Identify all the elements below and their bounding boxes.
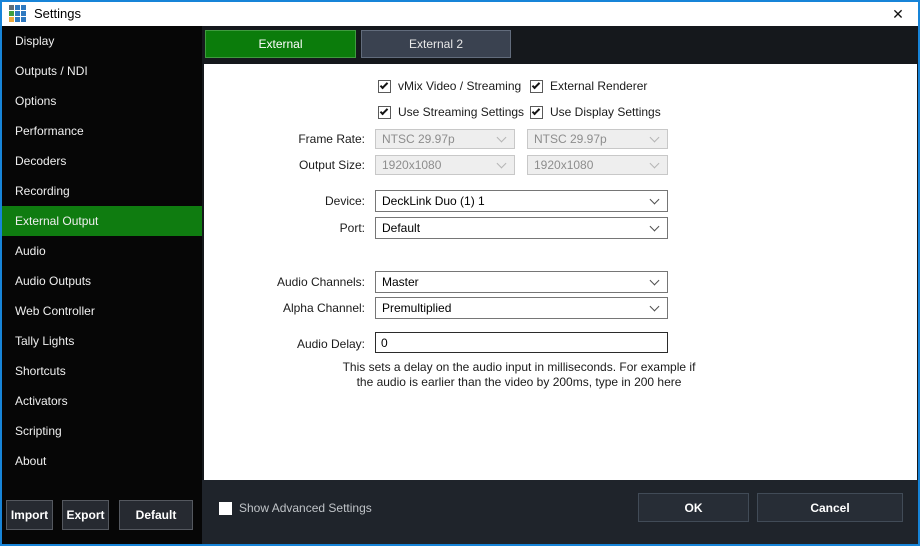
alpha-channel-select[interactable]: Premultiplied xyxy=(375,297,668,319)
sidebar-item-tally-lights[interactable]: Tally Lights xyxy=(2,326,202,356)
chevron-down-icon xyxy=(650,276,660,286)
import-button[interactable]: Import xyxy=(6,500,53,530)
checkbox-label: Use Display Settings xyxy=(550,105,661,119)
output-size-value-1: 1920x1080 xyxy=(382,155,441,175)
checkbox-label: vMix Video / Streaming xyxy=(398,79,521,93)
checkmark-icon xyxy=(532,80,540,88)
chevron-down-icon xyxy=(650,195,660,205)
ok-button[interactable]: OK xyxy=(638,493,749,522)
alpha-channel-label: Alpha Channel: xyxy=(204,297,365,319)
show-advanced-settings-checkbox[interactable]: Show Advanced Settings xyxy=(219,501,372,515)
output-size-value-2: 1920x1080 xyxy=(534,155,593,175)
vmix-logo-icon xyxy=(9,5,28,24)
sidebar-item-performance[interactable]: Performance xyxy=(2,116,202,146)
sidebar-item-activators[interactable]: Activators xyxy=(2,386,202,416)
device-label: Device: xyxy=(204,190,365,212)
sidebar-item-options[interactable]: Options xyxy=(2,86,202,116)
output-size-select-2[interactable]: 1920x1080 xyxy=(527,155,668,175)
sidebar-item-audio[interactable]: Audio xyxy=(2,236,202,266)
device-value: DeckLink Duo (1) 1 xyxy=(382,190,485,212)
frame-rate-select-1[interactable]: NTSC 29.97p xyxy=(375,129,515,149)
output-size-select-1[interactable]: 1920x1080 xyxy=(375,155,515,175)
external-output-form: vMix Video / Streaming External Renderer… xyxy=(204,64,917,480)
checkbox-label: External Renderer xyxy=(550,79,647,93)
title-bar: Settings ✕ xyxy=(2,2,918,26)
checkbox-label: Use Streaming Settings xyxy=(398,105,524,119)
checkbox-box xyxy=(530,80,543,93)
frame-rate-value-1: NTSC 29.97p xyxy=(382,129,455,149)
audio-channels-value: Master xyxy=(382,271,419,293)
sidebar-item-scripting[interactable]: Scripting xyxy=(2,416,202,446)
chevron-down-icon xyxy=(650,133,660,143)
port-label: Port: xyxy=(204,217,365,239)
help-line-2: the audio is earlier than the video by 2… xyxy=(314,375,724,390)
chevron-down-icon xyxy=(497,133,507,143)
close-icon[interactable]: ✕ xyxy=(888,5,908,23)
sidebar-item-web-controller[interactable]: Web Controller xyxy=(2,296,202,326)
sidebar-item-about[interactable]: About xyxy=(2,446,202,476)
frame-rate-label: Frame Rate: xyxy=(204,129,365,149)
device-select[interactable]: DeckLink Duo (1) 1 xyxy=(375,190,668,212)
sidebar-item-audio-outputs[interactable]: Audio Outputs xyxy=(2,266,202,296)
cancel-button[interactable]: Cancel xyxy=(757,493,903,522)
settings-window: Settings ✕ Display Outputs / NDI Options… xyxy=(0,0,920,546)
audio-channels-label: Audio Channels: xyxy=(204,271,365,293)
port-select[interactable]: Default xyxy=(375,217,668,239)
output-size-label: Output Size: xyxy=(204,155,365,175)
checkbox-vmix-video-streaming[interactable]: vMix Video / Streaming xyxy=(378,79,521,93)
checkbox-use-display-settings[interactable]: Use Display Settings xyxy=(530,105,661,119)
settings-sidebar: Display Outputs / NDI Options Performanc… xyxy=(2,26,202,544)
audio-channels-select[interactable]: Master xyxy=(375,271,668,293)
window-title: Settings xyxy=(34,6,81,21)
main-panel: External External 2 vMix Video / Streami… xyxy=(202,26,918,544)
chevron-down-icon xyxy=(650,159,660,169)
checkbox-label: Show Advanced Settings xyxy=(239,501,372,515)
sidebar-item-outputs-ndi[interactable]: Outputs / NDI xyxy=(2,56,202,86)
default-button[interactable]: Default xyxy=(119,500,193,530)
chevron-down-icon xyxy=(650,222,660,232)
tab-external-2[interactable]: External 2 xyxy=(361,30,511,58)
export-button[interactable]: Export xyxy=(62,500,109,530)
sidebar-item-display[interactable]: Display xyxy=(2,26,202,56)
footer-bar: Show Advanced Settings OK Cancel xyxy=(202,480,918,544)
audio-delay-label: Audio Delay: xyxy=(204,334,365,355)
frame-rate-value-2: NTSC 29.97p xyxy=(534,129,607,149)
checkbox-external-renderer[interactable]: External Renderer xyxy=(530,79,647,93)
checkmark-icon xyxy=(380,80,388,88)
sidebar-item-decoders[interactable]: Decoders xyxy=(2,146,202,176)
checkmark-icon xyxy=(380,106,388,114)
sidebar-item-shortcuts[interactable]: Shortcuts xyxy=(2,356,202,386)
sidebar-item-external-output[interactable]: External Output xyxy=(2,206,202,236)
frame-rate-select-2[interactable]: NTSC 29.97p xyxy=(527,129,668,149)
chevron-down-icon xyxy=(650,302,660,312)
checkmark-icon xyxy=(532,106,540,114)
tab-external[interactable]: External xyxy=(205,30,356,58)
alpha-channel-value: Premultiplied xyxy=(382,297,451,319)
tab-strip: External External 2 xyxy=(202,26,918,64)
help-line-1: This sets a delay on the audio input in … xyxy=(314,360,724,375)
checkbox-box xyxy=(378,106,391,119)
checkbox-box xyxy=(219,502,232,515)
checkbox-use-streaming-settings[interactable]: Use Streaming Settings xyxy=(378,105,524,119)
audio-delay-help-text: This sets a delay on the audio input in … xyxy=(314,360,724,390)
checkbox-box xyxy=(530,106,543,119)
chevron-down-icon xyxy=(497,159,507,169)
audio-delay-input[interactable] xyxy=(375,332,668,353)
port-value: Default xyxy=(382,217,420,239)
sidebar-item-recording[interactable]: Recording xyxy=(2,176,202,206)
checkbox-box xyxy=(378,80,391,93)
